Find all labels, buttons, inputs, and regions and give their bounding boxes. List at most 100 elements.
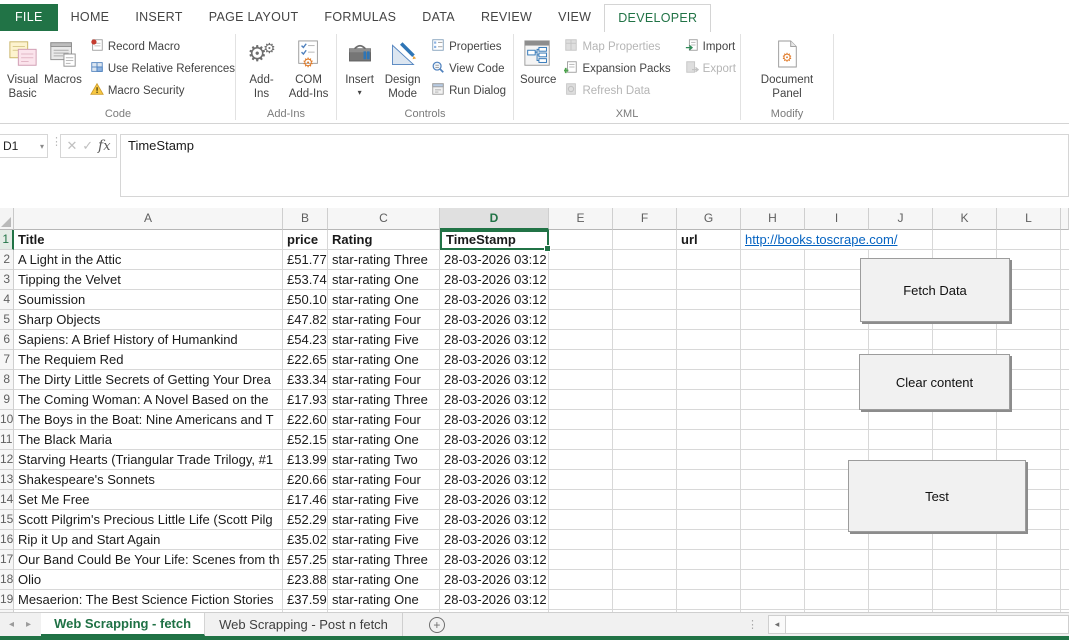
name-box[interactable]: D1 ▾ [0,134,48,158]
cell-I17[interactable] [805,550,869,570]
cell-D7[interactable]: 28-03-2026 03:12 [440,350,549,370]
cell-D20[interactable] [440,610,549,612]
cell-F5[interactable] [613,310,677,330]
cell-G11[interactable] [677,430,741,450]
cell-A15[interactable]: Scott Pilgrim's Precious Little Life (Sc… [14,510,283,530]
cell-L10[interactable] [997,410,1061,430]
tab-home[interactable]: HOME [58,4,123,31]
row-header-4[interactable]: 4 [0,290,14,310]
insert-control-button[interactable]: Insert ▾ [340,32,379,97]
cell-B10[interactable]: £22.60 [283,410,328,430]
cell-H5[interactable] [741,310,805,330]
cell-C12[interactable]: star-rating Two [328,450,440,470]
cell-E8[interactable] [549,370,613,390]
cell-E11[interactable] [549,430,613,450]
cell-F13[interactable] [613,470,677,490]
row-header-3[interactable]: 3 [0,270,14,290]
cell-K6[interactable] [933,330,997,350]
cell-C6[interactable]: star-rating Five [328,330,440,350]
properties-button[interactable]: Properties [431,38,506,55]
macro-security-button[interactable]: Macro Security [90,82,235,99]
cell-E6[interactable] [549,330,613,350]
cell-F12[interactable] [613,450,677,470]
cell-D1[interactable]: TimeStamp [440,230,549,250]
cell-E16[interactable] [549,530,613,550]
cell-C5[interactable]: star-rating Four [328,310,440,330]
cell-A12[interactable]: Starving Hearts (Triangular Trade Trilog… [14,450,283,470]
cell-H12[interactable] [741,450,805,470]
cell-H8[interactable] [741,370,805,390]
cell-L20[interactable] [997,610,1061,612]
row-header-2[interactable]: 2 [0,250,14,270]
cell-B12[interactable]: £13.99 [283,450,328,470]
cell-H15[interactable] [741,510,805,530]
cell-C18[interactable]: star-rating One [328,570,440,590]
test-button[interactable]: Test [848,460,1026,532]
cell-G16[interactable] [677,530,741,550]
cell-D11[interactable]: 28-03-2026 03:12 [440,430,549,450]
cell-K1[interactable] [933,230,997,250]
cell-J11[interactable] [869,430,933,450]
cell-E2[interactable] [549,250,613,270]
cell-D18[interactable]: 28-03-2026 03:12 [440,570,549,590]
source-button[interactable]: Source [517,32,559,88]
row-header-11[interactable]: 11 [0,430,14,450]
column-header-D[interactable]: D [440,208,549,230]
cell-L17[interactable] [997,550,1061,570]
com-add-ins-button[interactable]: ⚙ COM Add-Ins [284,32,333,101]
cell-K16[interactable] [933,530,997,550]
new-sheet-button[interactable]: + [429,617,445,633]
cell-F2[interactable] [613,250,677,270]
row-header-15[interactable]: 15 [0,510,14,530]
visual-basic-button[interactable]: Visual Basic [4,32,41,101]
cell-E13[interactable] [549,470,613,490]
row-header-8[interactable]: 8 [0,370,14,390]
url-hyperlink[interactable]: http://books.toscrape.com/ [741,230,933,250]
cell-A17[interactable]: Our Band Could Be Your Life: Scenes from… [14,550,283,570]
cell-G2[interactable] [677,250,741,270]
cell-C13[interactable]: star-rating Four [328,470,440,490]
tab-formulas[interactable]: FORMULAS [311,4,409,31]
select-all-corner[interactable] [0,208,14,230]
cell-I18[interactable] [805,570,869,590]
cell-G12[interactable] [677,450,741,470]
column-header-I[interactable]: I [805,208,869,230]
cell-J17[interactable] [869,550,933,570]
cell-E7[interactable] [549,350,613,370]
cell-H9[interactable] [741,390,805,410]
cell-G9[interactable] [677,390,741,410]
cell-F15[interactable] [613,510,677,530]
run-dialog-button[interactable]: Run Dialog [431,82,506,99]
row-header-13[interactable]: 13 [0,470,14,490]
cell-C10[interactable]: star-rating Four [328,410,440,430]
cell-G8[interactable] [677,370,741,390]
cell-A4[interactable]: Soumission [14,290,283,310]
column-header-H[interactable]: H [741,208,805,230]
cell-H4[interactable] [741,290,805,310]
refresh-data-button[interactable]: Refresh Data [564,82,670,99]
cell-D12[interactable]: 28-03-2026 03:12 [440,450,549,470]
cell-F3[interactable] [613,270,677,290]
cell-G10[interactable] [677,410,741,430]
cell-B8[interactable]: £33.34 [283,370,328,390]
cell-K18[interactable] [933,570,997,590]
cell-G15[interactable] [677,510,741,530]
cancel-icon[interactable]: ✕ [66,138,77,154]
cell-F10[interactable] [613,410,677,430]
cell-D2[interactable]: 28-03-2026 03:12 [440,250,549,270]
column-header-B[interactable]: B [283,208,328,230]
cell-C2[interactable]: star-rating Three [328,250,440,270]
cell-A1[interactable]: Title [14,230,283,250]
use-relative-references-button[interactable]: Use Relative References [90,60,235,77]
cell-C3[interactable]: star-rating One [328,270,440,290]
cell-E1[interactable] [549,230,613,250]
cell-H18[interactable] [741,570,805,590]
column-header-J[interactable]: J [869,208,933,230]
column-header-L[interactable]: L [997,208,1061,230]
cell-B20[interactable] [283,610,328,612]
cell-C17[interactable]: star-rating Three [328,550,440,570]
cell-A18[interactable]: Olio [14,570,283,590]
column-header-F[interactable]: F [613,208,677,230]
cell-A16[interactable]: Rip it Up and Start Again [14,530,283,550]
cell-G6[interactable] [677,330,741,350]
